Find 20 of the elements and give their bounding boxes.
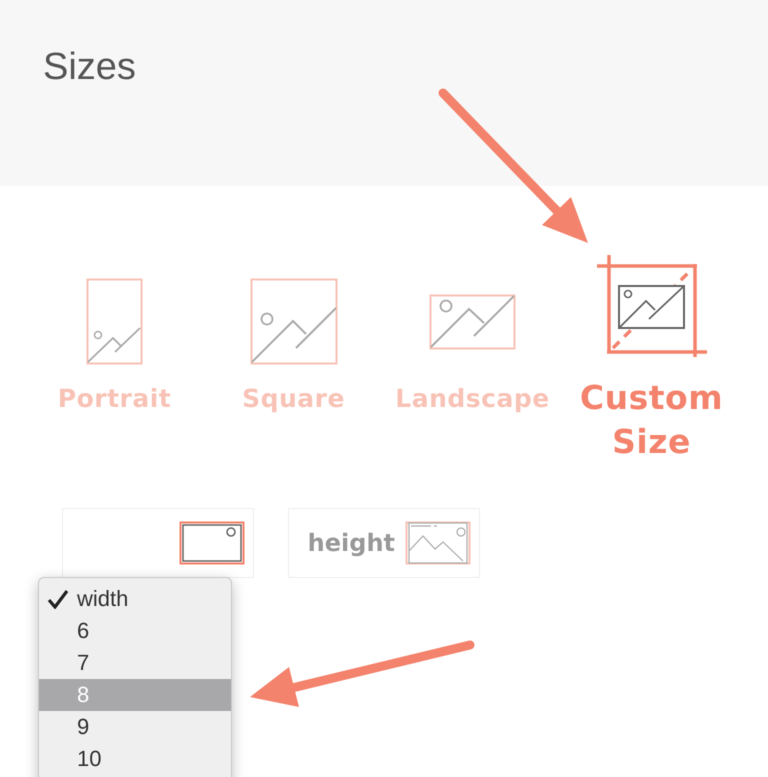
size-option[interactable]: Square — [204, 250, 383, 464]
size-option[interactable]: Landscape — [383, 250, 562, 464]
crop-frame-icon — [596, 255, 706, 357]
width-select[interactable] — [62, 508, 254, 578]
square-image-icon — [250, 278, 338, 365]
menu-item[interactable]: width — [39, 583, 231, 615]
landscape-image-icon — [429, 294, 516, 350]
menu-item[interactable]: 10 — [39, 743, 231, 775]
menu-item[interactable]: 7 — [39, 647, 231, 679]
check-icon — [47, 589, 69, 609]
portrait-image-icon — [86, 278, 143, 365]
menu-item[interactable]: 6 — [39, 615, 231, 647]
page-title: Sizes — [43, 46, 136, 89]
menu-item[interactable]: 9 — [39, 711, 231, 743]
size-option[interactable]: Custom Size — [562, 250, 741, 464]
image-icon — [405, 521, 471, 565]
menu-item[interactable]: 8 — [39, 679, 231, 711]
image-icon — [179, 521, 245, 565]
height-select[interactable]: height — [288, 508, 480, 578]
size-option[interactable]: Portrait — [25, 250, 204, 464]
